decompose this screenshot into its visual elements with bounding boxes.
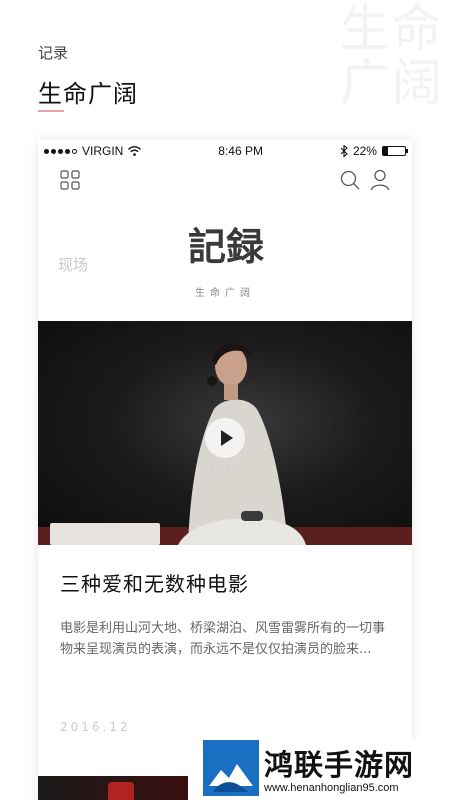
user-icon[interactable]: [370, 169, 390, 191]
app-bar: [38, 162, 412, 198]
status-right: 22%: [340, 144, 408, 158]
search-icon[interactable]: [340, 170, 360, 190]
brand-logo: 記録: [188, 224, 265, 269]
play-button[interactable]: [205, 418, 245, 458]
brand-logo-text: 記録: [188, 224, 265, 269]
category-label-live[interactable]: 现场: [58, 254, 88, 275]
background-watermark-text: 生命广阔: [340, 0, 444, 112]
phone-screen: VIRGIN 8:46 PM 22% 现场 記録 生命广阔 37'45" 三种爱…: [38, 140, 412, 800]
next-article-thumbnail[interactable]: [38, 776, 188, 800]
brand-subtitle: 生命广阔: [195, 288, 255, 299]
battery-icon: [381, 146, 408, 156]
signal-icon: [44, 148, 77, 154]
bluetooth-icon: [340, 145, 348, 157]
status-left: VIRGIN: [44, 144, 142, 158]
site-watermark-logo: [203, 740, 259, 796]
video-player[interactable]: 37'45": [38, 321, 412, 545]
carrier-label: VIRGIN: [82, 144, 124, 158]
status-bar: VIRGIN 8:46 PM 22%: [38, 140, 412, 162]
article-title[interactable]: 三种爱和无数种电影: [60, 568, 249, 597]
battery-percent: 22%: [352, 144, 377, 158]
article-excerpt: 电影是利用山河大地、桥梁湖泊、风雪雷雾所有的一切事物来呈现演员的表演，而永远不是…: [60, 621, 386, 657]
page-title: 生命广阔: [38, 80, 138, 108]
video-duration: 37'45": [208, 463, 242, 474]
article-date: 2016.12: [60, 720, 131, 734]
wifi-icon: [128, 146, 142, 156]
status-time: 8:46 PM: [218, 144, 263, 158]
apps-grid-icon[interactable]: [60, 170, 80, 190]
site-watermark: 鸿联手游网 www.henanhonglian95.com: [198, 738, 450, 800]
title-underline: [38, 110, 64, 112]
site-watermark-name: 鸿联手游网: [264, 748, 415, 782]
site-watermark-url: www.henanhonglian95.com: [264, 782, 399, 794]
page-kicker: 记录: [38, 44, 69, 62]
